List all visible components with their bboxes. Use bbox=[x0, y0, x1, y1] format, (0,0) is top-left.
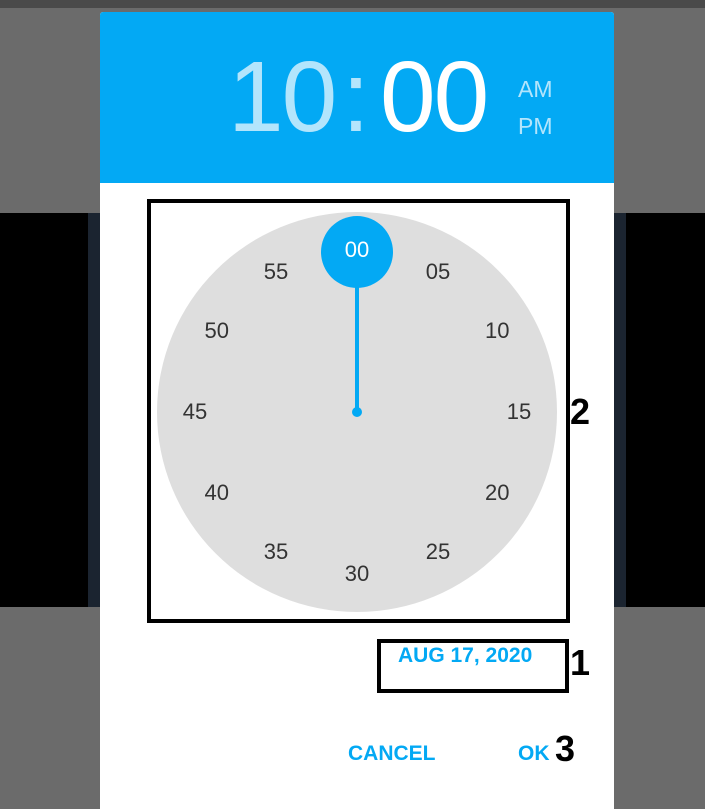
background-top-strip bbox=[0, 0, 705, 8]
background-tint-right bbox=[614, 213, 626, 607]
minute-display[interactable]: 00 bbox=[380, 42, 489, 152]
cancel-button[interactable]: CANCEL bbox=[348, 742, 436, 766]
ok-button[interactable]: OK bbox=[518, 742, 550, 766]
time-header: 10 : 00 AM PM bbox=[100, 12, 614, 183]
annotation-label-date: 1 bbox=[570, 642, 591, 683]
time-separator: : bbox=[342, 41, 370, 153]
annotation-box-clock bbox=[147, 199, 570, 623]
background-tint-left bbox=[88, 213, 100, 607]
hour-display[interactable]: 10 bbox=[228, 42, 337, 152]
annotation-box-date bbox=[377, 639, 569, 693]
am-toggle[interactable]: AM bbox=[518, 76, 553, 103]
annotation-label-clock: 2 bbox=[570, 391, 591, 432]
pm-toggle[interactable]: PM bbox=[518, 113, 553, 140]
annotation-label-ok: 3 bbox=[555, 728, 576, 769]
